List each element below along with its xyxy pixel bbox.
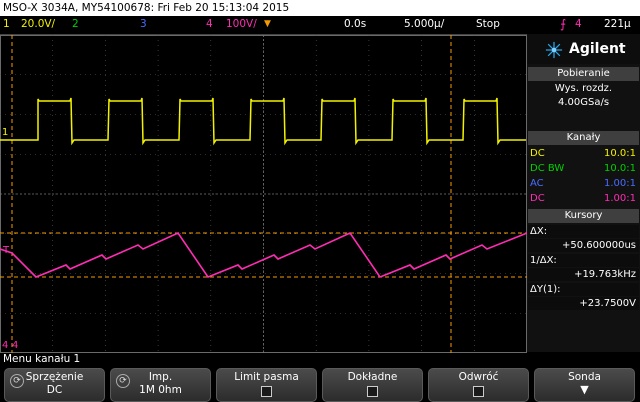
acquisition-rate: 4.00GSa/s bbox=[528, 96, 639, 109]
waveform-display[interactable]: 1 T 4 4 bbox=[0, 34, 527, 353]
delta-x-value-row: +50.600000us bbox=[528, 239, 639, 252]
trigger-source[interactable]: 4 bbox=[575, 16, 582, 33]
channel-coupling: DC bbox=[530, 148, 545, 159]
delta-y-value: +23.7500V bbox=[579, 298, 636, 309]
coupling-softkey[interactable]: ⟳ Sprzężenie DC bbox=[4, 368, 105, 402]
channel-probe-ratio: 1.00:1 bbox=[604, 193, 636, 204]
delta-y-label-row: ΔY(1): bbox=[528, 283, 639, 296]
channel-coupling: DC BW bbox=[530, 163, 565, 174]
acquisition-header[interactable]: Pobieranie bbox=[528, 67, 639, 81]
delta-y-label: ΔY(1): bbox=[530, 284, 561, 295]
status-bar: 1 20.0V/ 2 3 4 100V/ ▼ 0.0s 5.000µ/ Stop… bbox=[0, 16, 640, 33]
acquisition-mode-text: Wys. rozdz. bbox=[554, 83, 613, 94]
ch1-trace bbox=[0, 97, 526, 146]
logo-text: Agilent bbox=[569, 41, 626, 57]
bandwidth-limit-softkey[interactable]: Limit pasma bbox=[216, 368, 317, 402]
ch4-cursor-marker: 4 bbox=[12, 340, 19, 351]
ch1-scale[interactable]: 20.0V/ bbox=[21, 16, 55, 33]
agilent-spark-icon bbox=[545, 41, 563, 59]
channel-probe-ratio: 10.0:1 bbox=[604, 163, 636, 174]
inv-delta-x-value-row: +19.763kHz bbox=[528, 268, 639, 281]
acquisition-rate-text: 4.00GSa/s bbox=[557, 97, 610, 108]
rotary-knob-icon: ⟳ bbox=[116, 374, 130, 388]
probe-softkey[interactable]: Sonda ▼ bbox=[534, 368, 635, 402]
delta-y-value-row: +23.7500V bbox=[528, 297, 639, 310]
impedance-softkey[interactable]: ⟳ Imp. 1M 0hm bbox=[110, 368, 211, 402]
time-offset[interactable]: 0.0s bbox=[344, 16, 366, 33]
channel-probe-ratio: 1.00:1 bbox=[604, 178, 636, 189]
window-title: MSO-X 3034A, MY54100678: Fri Feb 20 15:1… bbox=[3, 2, 290, 14]
delta-x-label-row: ΔX: bbox=[528, 225, 639, 238]
channel-row[interactable]: AC 1.00:1 bbox=[528, 177, 639, 190]
ch4-indicator[interactable]: 4 bbox=[206, 16, 213, 33]
fine-checkbox[interactable] bbox=[367, 386, 378, 397]
graticule-svg bbox=[0, 35, 527, 353]
ch1-ground-marker[interactable]: 1 bbox=[2, 127, 8, 138]
menu-title: Menu kanału 1 bbox=[0, 353, 640, 366]
info-panel: Agilent Pobieranie Wys. rozdz. 4.00GSa/s… bbox=[527, 34, 640, 352]
ch2-indicator[interactable]: 2 bbox=[72, 16, 79, 33]
timebase[interactable]: 5.000µ/ bbox=[404, 16, 444, 33]
menu-title-text: Menu kanału 1 bbox=[3, 353, 81, 365]
trigger-position-marker-icon: ▼ bbox=[264, 19, 271, 29]
ch4-ground-marker[interactable]: 4 bbox=[2, 340, 8, 351]
trigger-level-marker[interactable]: T bbox=[3, 245, 9, 256]
invert-checkbox[interactable] bbox=[473, 386, 484, 397]
run-state[interactable]: Stop bbox=[476, 16, 500, 33]
delta-x-label: ΔX: bbox=[530, 226, 548, 237]
rising-edge-icon: ⨍ bbox=[560, 17, 567, 31]
channel-row[interactable]: DC 10.0:1 bbox=[528, 147, 639, 160]
brand-logo: Agilent bbox=[527, 34, 640, 64]
impedance-label: Imp. bbox=[148, 371, 173, 383]
channel-row[interactable]: DC BW 10.0:1 bbox=[528, 162, 639, 175]
invert-label: Odwróć bbox=[458, 371, 499, 383]
channel-coupling: AC bbox=[530, 178, 544, 189]
ch4-scale[interactable]: 100V/ bbox=[226, 16, 257, 33]
inv-delta-x-label: 1/ΔX: bbox=[530, 255, 557, 266]
rotary-knob-icon: ⟳ bbox=[10, 374, 24, 388]
fine-label: Dokładne bbox=[347, 371, 398, 383]
fine-softkey[interactable]: Dokładne bbox=[322, 368, 423, 402]
coupling-label: Sprzężenie bbox=[25, 371, 84, 383]
channel-coupling: DC bbox=[530, 193, 545, 204]
ch1-indicator[interactable]: 1 bbox=[3, 16, 10, 33]
channels-header[interactable]: Kanały bbox=[528, 131, 639, 145]
channel-probe-ratio: 10.0:1 bbox=[604, 148, 636, 159]
ch3-indicator[interactable]: 3 bbox=[140, 16, 147, 33]
inv-delta-x-value: +19.763kHz bbox=[574, 269, 636, 280]
delta-x-value: +50.600000us bbox=[561, 240, 636, 251]
cursors-header[interactable]: Kursory bbox=[528, 209, 639, 223]
acquisition-mode: Wys. rozdz. bbox=[528, 82, 639, 95]
window-title-bar: MSO-X 3034A, MY54100678: Fri Feb 20 15:1… bbox=[0, 0, 640, 16]
bandwidth-limit-label: Limit pasma bbox=[234, 371, 299, 383]
bandwidth-limit-checkbox[interactable] bbox=[261, 386, 272, 397]
softkey-bar: ⟳ Sprzężenie DC ⟳ Imp. 1M 0hm Limit pasm… bbox=[0, 366, 640, 402]
inv-delta-x-label-row: 1/ΔX: bbox=[528, 254, 639, 267]
invert-softkey[interactable]: Odwróć bbox=[428, 368, 529, 402]
submenu-arrow-icon: ▼ bbox=[580, 383, 589, 396]
trigger-level[interactable]: 221µ bbox=[604, 16, 631, 33]
probe-label: Sonda bbox=[568, 371, 601, 383]
channel-row[interactable]: DC 1.00:1 bbox=[528, 192, 639, 205]
